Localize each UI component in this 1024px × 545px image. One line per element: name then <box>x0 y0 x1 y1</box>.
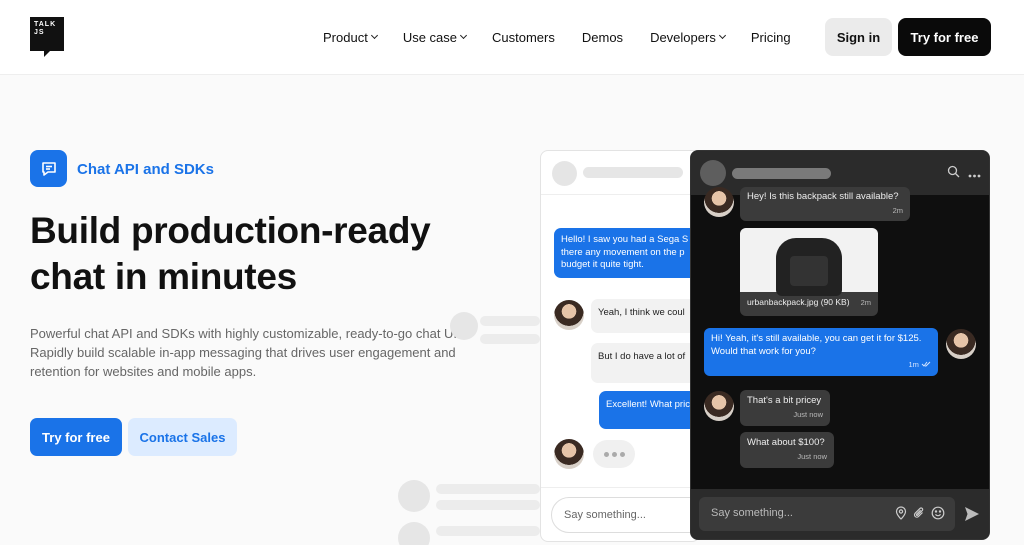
message-bubble: That's a bit pricey Just now <box>740 390 830 426</box>
decorative-placeholder <box>480 316 540 326</box>
decorative-placeholder <box>398 480 430 512</box>
message-time: 1m <box>908 360 919 369</box>
backpack-image <box>740 228 878 296</box>
chevron-down-icon <box>459 31 468 40</box>
message-time: Just now <box>793 409 823 419</box>
decorative-placeholder <box>436 500 540 510</box>
sign-in-button[interactable]: Sign in <box>825 18 892 56</box>
image-attachment[interactable]: urbanbackpack.jpg (90 KB) 2m <box>740 228 878 316</box>
more-options-icon[interactable] <box>968 165 981 183</box>
search-icon[interactable] <box>947 165 960 183</box>
talkjs-logo[interactable]: TALK JS <box>30 17 64 57</box>
nav-demos-label: Demos <box>581 29 624 45</box>
input-placeholder: Say something... <box>711 507 793 519</box>
decorative-placeholder <box>480 334 540 344</box>
avatar <box>946 329 976 359</box>
light-chat-header <box>541 151 699 195</box>
message-text: That's a bit pricey <box>747 395 822 406</box>
message-text: Hi! Yeah, it's still available, you can … <box>711 333 922 344</box>
typing-indicator <box>593 440 635 468</box>
send-icon[interactable] <box>964 506 980 527</box>
nav-pricing[interactable]: Pricing <box>751 28 791 46</box>
decorative-placeholder <box>436 526 540 536</box>
decorative-placeholder <box>398 522 430 545</box>
avatar <box>704 391 734 421</box>
message-status: 1m <box>711 359 931 372</box>
chat-bubble-icon <box>30 150 67 187</box>
site-header: TALK JS Product Use case Customers Demos… <box>0 0 1024 75</box>
composer-actions <box>895 506 945 523</box>
message-text: budget it quite tight. <box>561 259 644 270</box>
nav-customers[interactable]: Customers <box>492 28 555 46</box>
message-text: Excellent! What pric <box>606 399 690 410</box>
avatar <box>554 300 584 330</box>
try-for-free-header-button[interactable]: Try for free <box>898 18 991 56</box>
name-placeholder <box>732 168 831 179</box>
decorative-placeholder <box>436 484 540 494</box>
emoji-icon[interactable] <box>931 506 945 523</box>
nav-pricing-label: Pricing <box>750 29 791 45</box>
backpack-pocket-shape <box>790 256 828 286</box>
nav-use-case-label: Use case <box>402 29 458 45</box>
message-time: Just now <box>797 451 827 461</box>
message-bubble: But I do have a lot of <box>591 343 699 383</box>
hero-title: Build production-ready chat in minutes <box>30 208 500 300</box>
nav-demos[interactable]: Demos <box>582 28 623 46</box>
main-nav: Product Use case Customers Demos Develop… <box>323 28 791 46</box>
name-placeholder <box>583 167 683 178</box>
message-text: But I do have a lot of <box>598 351 686 362</box>
nav-developers[interactable]: Developers <box>650 28 726 46</box>
nav-product-label: Product <box>323 29 368 45</box>
message-bubble: Excellent! What pric <box>599 391 699 429</box>
paperclip-icon[interactable] <box>913 506 925 523</box>
message-bubble: Yeah, I think we coul <box>591 299 699 333</box>
avatar <box>704 187 734 217</box>
message-input[interactable]: Say something... <box>699 497 955 531</box>
nav-developers-label: Developers <box>650 29 716 45</box>
message-text: Hello! I saw you had a Sega S <box>561 234 689 245</box>
message-text: Hey! Is this backpack still available? <box>747 191 899 202</box>
hero-title-line1: Build production-ready <box>30 210 431 251</box>
nav-product[interactable]: Product <box>323 28 378 46</box>
nav-use-case[interactable]: Use case <box>402 28 468 46</box>
message-bubble: Hello! I saw you had a Sega S there any … <box>554 228 699 278</box>
message-time: 2m <box>860 298 871 307</box>
image-caption: urbanbackpack.jpg (90 KB) <box>747 297 850 307</box>
dark-chat-composer: Say something... <box>691 489 989 539</box>
hero-description: Powerful chat API and SDKs with highly c… <box>30 326 468 379</box>
decorative-placeholder <box>450 312 478 340</box>
logo-text-line2: JS <box>34 29 45 36</box>
avatar <box>554 439 584 469</box>
nav-customers-label: Customers <box>492 29 555 45</box>
message-bubble: Hi! Yeah, it's still available, you can … <box>704 328 938 376</box>
product-badge-label: Chat API and SDKs <box>77 161 214 178</box>
message-input[interactable]: Say something... <box>551 497 699 533</box>
avatar-placeholder <box>700 160 726 186</box>
message-text: Yeah, I think we coul <box>598 307 685 318</box>
contact-sales-button[interactable]: Contact Sales <box>128 418 237 456</box>
dark-chat-window: Hey! Is this backpack still available? 2… <box>690 150 990 540</box>
message-time: 2m <box>892 205 903 215</box>
double-check-icon <box>921 361 931 367</box>
message-bubble: Hey! Is this backpack still available? 2… <box>740 187 910 221</box>
message-text: Would that work for you? <box>711 345 816 357</box>
location-pin-icon[interactable] <box>895 506 907 523</box>
message-text: What about $100? <box>747 437 825 448</box>
logo-text-line1: TALK <box>34 21 57 28</box>
message-text: there any movement on the p <box>561 246 685 258</box>
light-chat-composer: Say something... <box>541 487 699 541</box>
header-actions <box>947 165 981 183</box>
try-for-free-button[interactable]: Try for free <box>30 418 122 456</box>
message-bubble: What about $100? Just now <box>740 432 834 468</box>
avatar-placeholder <box>552 161 577 186</box>
light-chat-window: Hello! I saw you had a Sega S there any … <box>540 150 700 542</box>
chevron-down-icon <box>718 31 726 40</box>
hero-title-line2: chat in minutes <box>30 256 297 297</box>
chevron-down-icon <box>370 31 378 40</box>
